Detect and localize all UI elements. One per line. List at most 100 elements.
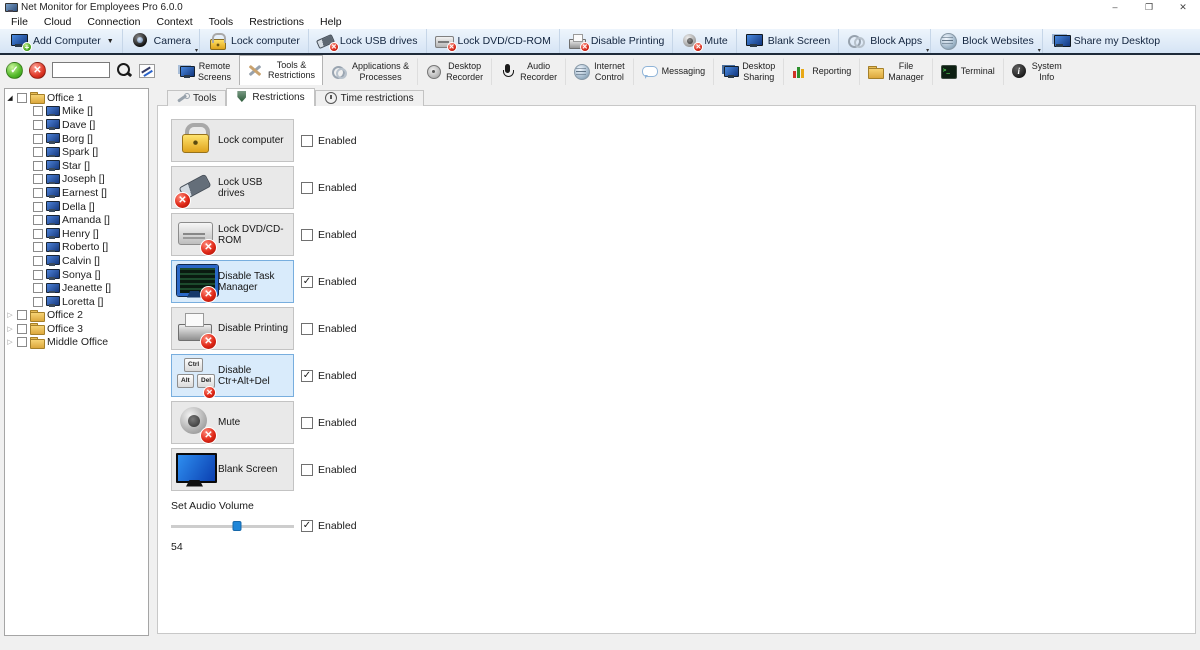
volume-enabled-checkbox[interactable]: ✓ bbox=[301, 520, 313, 532]
tree-checkbox[interactable] bbox=[33, 147, 43, 157]
tree-computer-earnest[interactable]: Earnest [] bbox=[5, 186, 148, 200]
menu-restrictions[interactable]: Restrictions bbox=[241, 16, 312, 28]
tree-computer-borg[interactable]: Borg [] bbox=[5, 132, 148, 146]
menu-file[interactable]: File bbox=[3, 16, 36, 28]
tree-computer-loretta[interactable]: Loretta [] bbox=[5, 295, 148, 309]
tree-computer-henry[interactable]: Henry [] bbox=[5, 227, 148, 241]
menu-connection[interactable]: Connection bbox=[79, 16, 148, 28]
tree-checkbox[interactable] bbox=[33, 297, 43, 307]
expand-icon[interactable]: ▷ bbox=[5, 311, 15, 319]
collapse-icon[interactable]: ◢ bbox=[5, 94, 15, 102]
restriction-tile-mute[interactable]: ✕Mute bbox=[171, 401, 294, 444]
subtab-time-restrictions[interactable]: Time restrictions bbox=[315, 90, 424, 106]
connect-button[interactable]: ✓ bbox=[6, 62, 23, 79]
tree-computer-joseph[interactable]: Joseph [] bbox=[5, 173, 148, 187]
log-edit-icon[interactable] bbox=[138, 63, 155, 78]
tree-checkbox[interactable] bbox=[33, 242, 43, 252]
minimize-button[interactable]: – bbox=[1098, 0, 1132, 15]
restriction-tile-disable-ctr-alt-del[interactable]: CtrlAltDel✕Disable Ctr+Alt+Del bbox=[171, 354, 294, 397]
expand-icon[interactable]: ▷ bbox=[5, 338, 15, 346]
volume-slider-thumb[interactable] bbox=[233, 521, 242, 531]
menu-tools[interactable]: Tools bbox=[201, 16, 242, 28]
toolbar-add-computer[interactable]: +Add Computer▼ bbox=[2, 29, 122, 53]
enabled-checkbox[interactable] bbox=[301, 417, 313, 429]
tree-group-office-3[interactable]: ▷Office 3 bbox=[5, 322, 148, 336]
tree-checkbox[interactable] bbox=[33, 188, 43, 198]
tree-computer-calvin[interactable]: Calvin [] bbox=[5, 254, 148, 268]
tab-desktop-recorder[interactable]: DesktopRecorder bbox=[417, 58, 491, 85]
tree-computer-star[interactable]: Star [] bbox=[5, 159, 148, 173]
tree-computer-roberto[interactable]: Roberto [] bbox=[5, 241, 148, 255]
menu-help[interactable]: Help bbox=[312, 16, 350, 28]
enabled-checkbox[interactable] bbox=[301, 229, 313, 241]
tree-computer-della[interactable]: Della [] bbox=[5, 200, 148, 214]
restriction-tile-disable-task-manager[interactable]: ✕Disable Task Manager bbox=[171, 260, 294, 303]
subtab-tools[interactable]: Tools bbox=[167, 90, 226, 106]
tree-checkbox[interactable] bbox=[33, 106, 43, 116]
search-input[interactable] bbox=[52, 62, 110, 78]
tab-messaging[interactable]: Messaging bbox=[633, 58, 714, 85]
restriction-tile-lock-computer[interactable]: Lock computer bbox=[171, 119, 294, 162]
tree-computer-dave[interactable]: Dave [] bbox=[5, 118, 148, 132]
tree-checkbox[interactable] bbox=[17, 324, 27, 334]
toolbar-lock-usb-drives[interactable]: ✕Lock USB drives bbox=[308, 29, 426, 53]
enabled-checkbox[interactable] bbox=[301, 182, 313, 194]
tree-checkbox[interactable] bbox=[33, 256, 43, 266]
toolbar-mute[interactable]: ✕Mute bbox=[672, 29, 735, 53]
tree-checkbox[interactable] bbox=[33, 202, 43, 212]
restriction-tile-lock-usb-drives[interactable]: ✕Lock USB drives bbox=[171, 166, 294, 209]
toolbar-lock-computer[interactable]: Lock computer bbox=[199, 29, 308, 53]
tree-checkbox[interactable] bbox=[33, 215, 43, 225]
restriction-tile-disable-printing[interactable]: ✕Disable Printing bbox=[171, 307, 294, 350]
tree-checkbox[interactable] bbox=[33, 134, 43, 144]
tab-file-manager[interactable]: FileManager bbox=[859, 58, 932, 85]
tree-checkbox[interactable] bbox=[17, 337, 27, 347]
tree-checkbox[interactable] bbox=[33, 174, 43, 184]
tree-checkbox[interactable] bbox=[33, 161, 43, 171]
subtab-restrictions[interactable]: Restrictions bbox=[226, 88, 314, 106]
restriction-tile-lock-dvd-cd-rom[interactable]: ✕Lock DVD/CD-ROM bbox=[171, 213, 294, 256]
toolbar-blank-screen[interactable]: Blank Screen bbox=[736, 29, 838, 53]
restriction-tile-blank-screen[interactable]: Blank Screen bbox=[171, 448, 294, 491]
tab-system-info[interactable]: SystemInfo bbox=[1003, 58, 1070, 85]
tree-computer-jeanette[interactable]: Jeanette [] bbox=[5, 281, 148, 295]
enabled-checkbox[interactable]: ✓ bbox=[301, 370, 313, 382]
search-icon[interactable] bbox=[116, 62, 132, 78]
disconnect-button[interactable]: ✕ bbox=[29, 62, 46, 79]
tree-computer-amanda[interactable]: Amanda [] bbox=[5, 213, 148, 227]
tree-computer-spark[interactable]: Spark [] bbox=[5, 145, 148, 159]
tab-reporting[interactable]: Reporting bbox=[783, 58, 859, 85]
toolbar-camera[interactable]: Camera bbox=[122, 29, 199, 53]
menu-context[interactable]: Context bbox=[148, 16, 200, 28]
toolbar-lock-dvd-cd-rom[interactable]: ✕Lock DVD/CD-ROM bbox=[426, 29, 559, 53]
close-button[interactable]: ✕ bbox=[1166, 0, 1200, 15]
tree-checkbox[interactable] bbox=[17, 93, 27, 103]
tree-checkbox[interactable] bbox=[33, 229, 43, 239]
enabled-checkbox[interactable] bbox=[301, 323, 313, 335]
toolbar-block-apps[interactable]: Block Apps bbox=[838, 29, 930, 53]
toolbar-disable-printing[interactable]: ✕Disable Printing bbox=[559, 29, 673, 53]
menu-cloud[interactable]: Cloud bbox=[36, 16, 79, 28]
tab-tools-restrictions[interactable]: Tools &Restrictions bbox=[239, 55, 323, 85]
tab-internet-control[interactable]: InternetControl bbox=[565, 58, 633, 85]
expand-icon[interactable]: ▷ bbox=[5, 325, 15, 333]
tab-applications-processes[interactable]: Applications &Processes bbox=[323, 58, 417, 85]
tab-audio-recorder[interactable]: AudioRecorder bbox=[491, 58, 565, 85]
maximize-button[interactable]: ❐ bbox=[1132, 0, 1166, 15]
tree-group-office-2[interactable]: ▷Office 2 bbox=[5, 309, 148, 323]
toolbar-share-my-desktop[interactable]: Share my Desktop bbox=[1042, 29, 1168, 53]
tree-group-office-1[interactable]: ◢Office 1 bbox=[5, 91, 148, 105]
tree-checkbox[interactable] bbox=[33, 120, 43, 130]
tree-computer-sonya[interactable]: Sonya [] bbox=[5, 268, 148, 282]
tree-checkbox[interactable] bbox=[17, 310, 27, 320]
tree-computer-mike[interactable]: Mike [] bbox=[5, 105, 148, 119]
tree-group-middle-office[interactable]: ▷Middle Office bbox=[5, 336, 148, 350]
tab-desktop-sharing[interactable]: DesktopSharing bbox=[713, 58, 783, 85]
enabled-checkbox[interactable] bbox=[301, 464, 313, 476]
toolbar-block-websites[interactable]: Block Websites bbox=[930, 29, 1042, 53]
tree-checkbox[interactable] bbox=[33, 283, 43, 293]
enabled-checkbox[interactable] bbox=[301, 135, 313, 147]
tree-checkbox[interactable] bbox=[33, 270, 43, 280]
tab-terminal[interactable]: Terminal bbox=[932, 58, 1003, 85]
volume-slider[interactable] bbox=[171, 520, 294, 532]
